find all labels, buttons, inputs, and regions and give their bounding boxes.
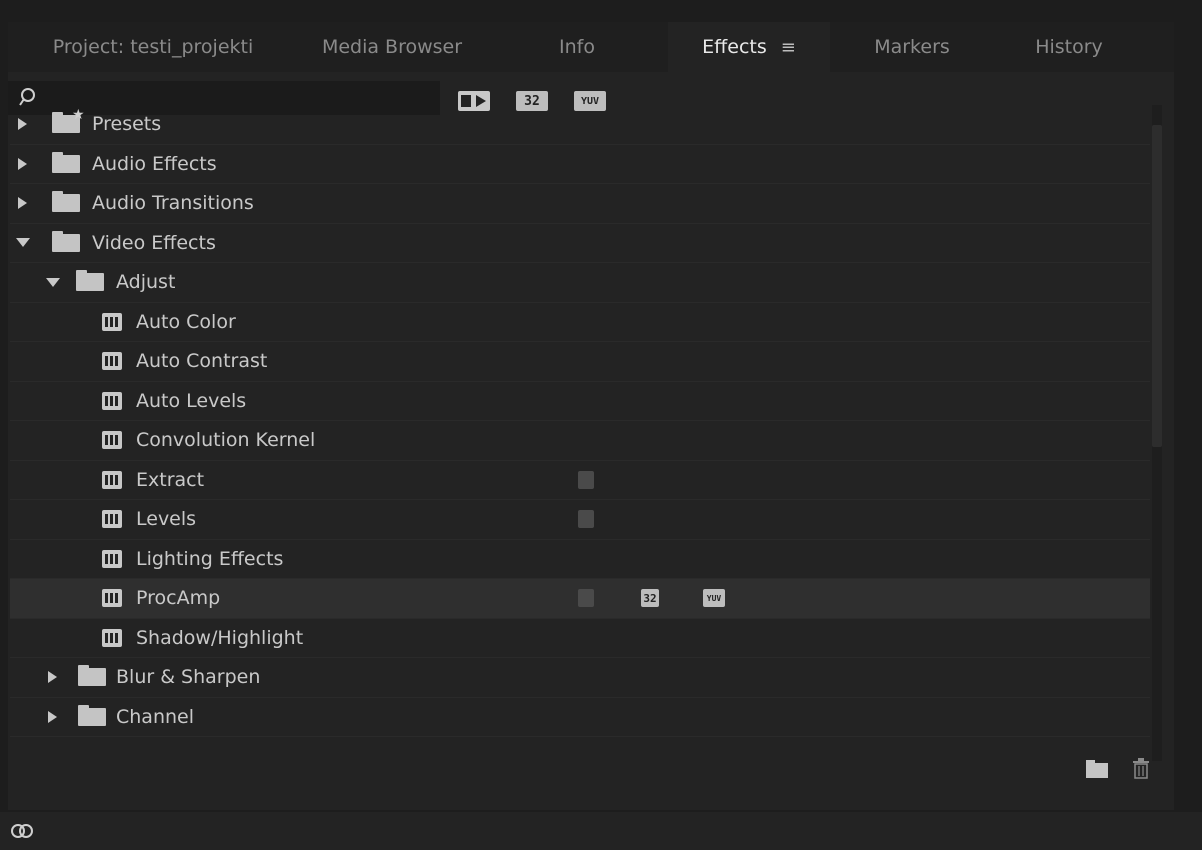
tree-item-presets[interactable]: ★ Presets <box>10 105 1150 145</box>
expand-arrow-icon[interactable] <box>48 710 57 723</box>
status-bar <box>0 812 1202 850</box>
tab-effects[interactable]: Effects ≡ <box>668 22 830 72</box>
creative-cloud-icon[interactable] <box>10 822 34 840</box>
tree-item-label: Audio Effects <box>92 152 217 175</box>
folder-icon <box>76 270 104 292</box>
video-effect-icon <box>102 352 122 371</box>
video-effect-icon <box>102 312 122 331</box>
tree-item-audio-effects[interactable]: Audio Effects <box>10 145 1150 184</box>
delete-button[interactable] <box>1132 758 1150 784</box>
vertical-scrollbar[interactable] <box>1152 105 1162 761</box>
tree-item-label: Levels <box>136 508 197 531</box>
effect-item-extract[interactable]: Extract <box>10 461 1150 500</box>
video-effect-icon <box>102 510 122 529</box>
tree-item-label: Blur & Sharpen <box>116 666 261 689</box>
tab-info[interactable]: Info <box>486 22 668 72</box>
tree-item-label: Extract <box>136 468 205 491</box>
tree-item-audio-transitions[interactable]: Audio Transitions <box>10 184 1150 224</box>
tab-label: Project: testi_projekti <box>52 36 254 58</box>
tree-item-label: Audio Transitions <box>92 192 254 215</box>
new-bin-button[interactable] <box>1086 758 1108 782</box>
effects-tree: ★ Presets Audio Effects Audio Transition… <box>10 105 1150 761</box>
tree-item-label: Channel <box>116 705 195 728</box>
tree-item-label: Lighting Effects <box>136 547 284 570</box>
folder-icon <box>78 704 106 726</box>
video-effect-icon <box>102 589 122 608</box>
tab-media-browser[interactable]: Media Browser <box>298 22 486 72</box>
folder-icon <box>78 665 106 687</box>
expand-arrow-icon[interactable] <box>48 671 57 684</box>
tree-item-label: Auto Color <box>136 310 236 333</box>
collapse-arrow-icon[interactable] <box>16 238 30 248</box>
tab-markers[interactable]: Markers <box>830 22 994 72</box>
trash-icon <box>1133 758 1149 779</box>
effect-item-auto-color[interactable]: Auto Color <box>10 303 1150 342</box>
effect-item-procamp[interactable]: ProcAmp 32 YUV <box>10 579 1150 619</box>
video-effect-icon <box>102 549 122 568</box>
accelerated-badge-icon <box>578 589 594 608</box>
tree-item-label: Shadow/Highlight <box>136 626 304 649</box>
effect-item-auto-levels[interactable]: Auto Levels <box>10 382 1150 421</box>
scrollbar-thumb[interactable] <box>1152 125 1162 447</box>
folder-icon <box>52 230 80 252</box>
tab-project[interactable]: Project: testi_projekti <box>8 22 298 72</box>
new-folder-icon <box>1086 760 1108 778</box>
tab-label: Info <box>559 36 595 58</box>
video-effect-icon <box>102 431 122 450</box>
expand-arrow-icon[interactable] <box>18 197 27 210</box>
accelerated-badge-icon <box>578 470 594 489</box>
tree-item-channel[interactable]: Channel <box>10 698 1150 737</box>
effect-item-levels[interactable]: Levels <box>10 500 1150 540</box>
video-effect-icon <box>102 391 122 410</box>
tree-item-label: Auto Levels <box>136 389 247 412</box>
32-bit-badge-icon: 32 <box>641 589 659 608</box>
expand-arrow-icon[interactable] <box>18 118 27 131</box>
tab-history[interactable]: History <box>994 22 1144 72</box>
tree-item-label: Convolution Kernel <box>136 429 316 452</box>
folder-icon <box>52 151 80 173</box>
tree-item-label: ProcAmp <box>136 587 221 610</box>
tree-item-label: Video Effects <box>92 231 216 254</box>
effect-item-auto-contrast[interactable]: Auto Contrast <box>10 342 1150 382</box>
tab-label: Markers <box>874 36 950 58</box>
tab-label: Media Browser <box>321 36 463 58</box>
collapse-arrow-icon[interactable] <box>46 277 60 287</box>
accelerated-badge-icon <box>578 510 594 529</box>
effect-item-shadow-highlight[interactable]: Shadow/Highlight <box>10 619 1150 658</box>
tree-item-label: Auto Contrast <box>136 350 268 373</box>
tab-label: History <box>1035 36 1103 58</box>
tree-item-adjust[interactable]: Adjust <box>10 263 1150 303</box>
tree-item-label: Presets <box>92 113 162 136</box>
panel-menu-icon[interactable]: ≡ <box>781 37 796 58</box>
effect-item-lighting-effects[interactable]: Lighting Effects <box>10 540 1150 579</box>
tree-item-blur-sharpen[interactable]: Blur & Sharpen <box>10 658 1150 698</box>
star-icon: ★ <box>72 107 85 123</box>
video-effect-icon <box>102 470 122 489</box>
panel-tab-bar: Project: testi_projekti Media Browser In… <box>8 22 1174 72</box>
tab-label: Effects <box>702 36 767 58</box>
video-effect-icon <box>102 628 122 647</box>
tree-item-video-effects[interactable]: Video Effects <box>10 224 1150 263</box>
yuv-badge-icon: YUV <box>703 589 725 608</box>
tree-item-label: Adjust <box>116 271 176 294</box>
folder-icon <box>52 191 80 213</box>
expand-arrow-icon[interactable] <box>18 157 27 170</box>
effect-item-convolution-kernel[interactable]: Convolution Kernel <box>10 421 1150 461</box>
